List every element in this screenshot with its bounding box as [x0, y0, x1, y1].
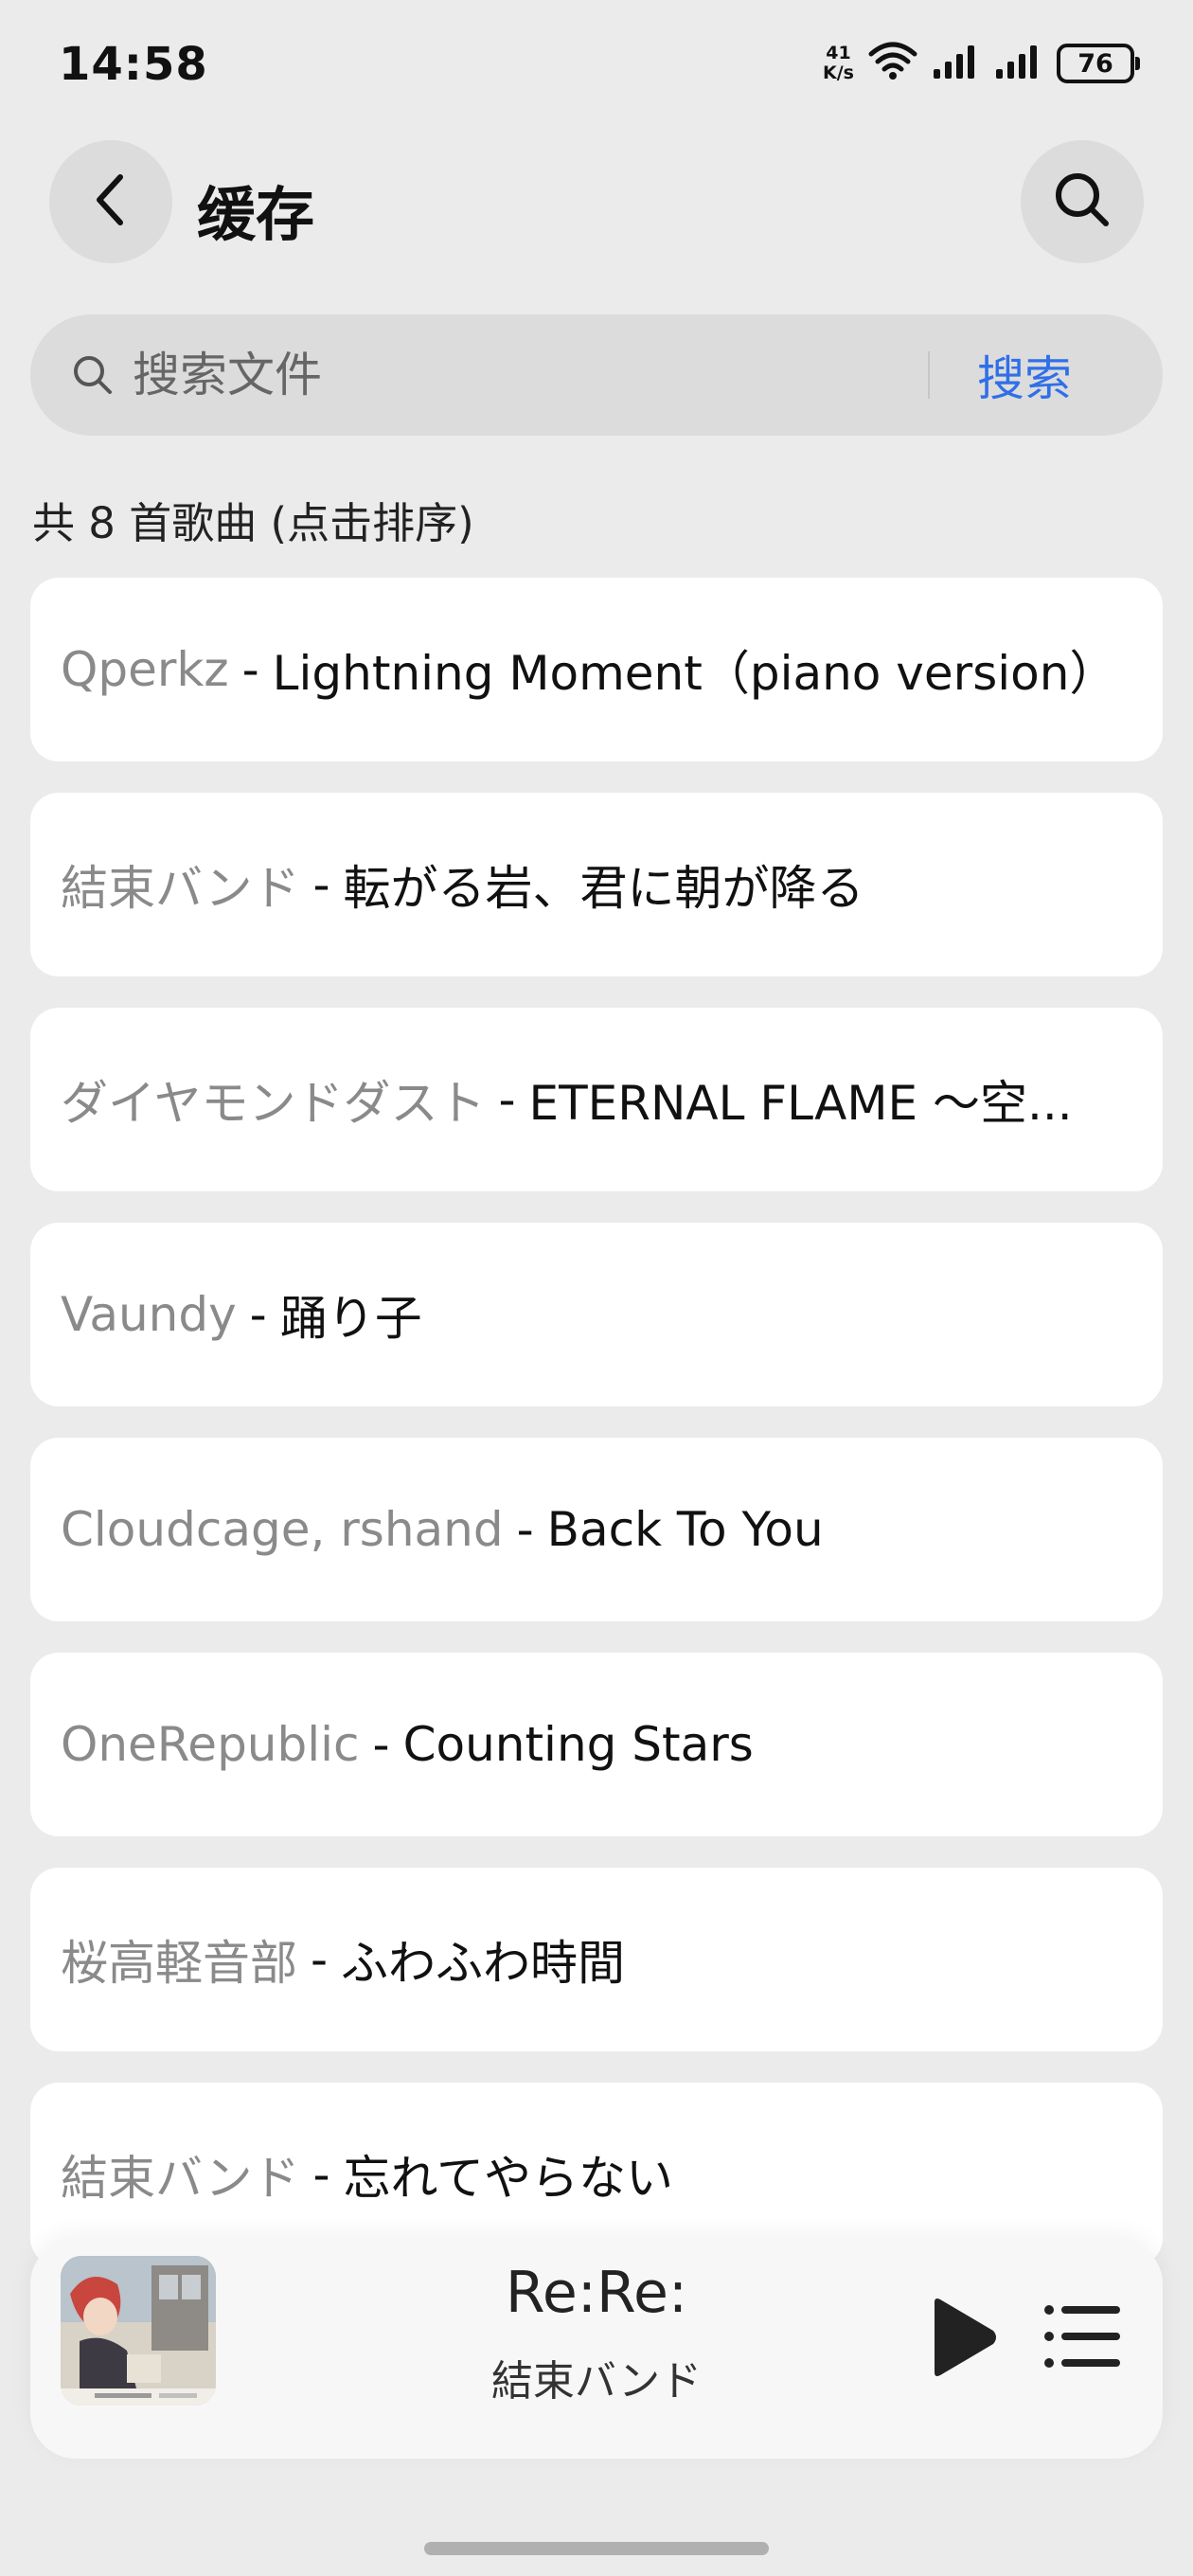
song-item[interactable]: OneRepublic - Counting Stars: [30, 1653, 1163, 1836]
play-button[interactable]: [920, 2292, 1006, 2387]
song-separator: -: [516, 1502, 534, 1557]
song-separator: -: [249, 1287, 267, 1342]
song-artist: Qperkz: [61, 642, 229, 697]
song-separator: -: [311, 1932, 329, 1987]
status-bar: 14:58 41 K/s 76: [0, 0, 1193, 133]
song-separator: -: [312, 857, 330, 912]
song-artist: 結束バンド: [61, 861, 300, 916]
song-title: Back To You: [546, 1502, 824, 1557]
song-item[interactable]: 桜高軽音部 - ふわふわ時間: [30, 1868, 1163, 2051]
battery-level: 76: [1077, 48, 1113, 79]
search-icon: [1051, 169, 1113, 235]
chevron-left-icon: [88, 171, 134, 232]
search-divider: [928, 351, 930, 399]
battery-indicator: 76: [1057, 44, 1140, 83]
song-title: ETERNAL FLAME ～空...: [528, 1076, 1073, 1131]
song-separator: -: [372, 1717, 390, 1772]
song-list: Qperkz - Lightning Moment（piano version）…: [30, 578, 1163, 2298]
song-title: Counting Stars: [402, 1717, 754, 1772]
song-artist: 桜高軽音部: [61, 1936, 297, 1991]
home-indicator[interactable]: [424, 2542, 769, 2555]
song-item[interactable]: Qperkz - Lightning Moment（piano version）: [30, 578, 1163, 761]
song-item[interactable]: Cloudcage, rshand - Back To You: [30, 1438, 1163, 1621]
song-separator: -: [498, 1072, 516, 1127]
song-title: ふわふわ時間: [341, 1936, 626, 1991]
network-speed: 41 K/s: [823, 44, 854, 83]
search-input[interactable]: [133, 348, 928, 402]
search-field-icon: [68, 350, 117, 400]
song-separator: -: [241, 642, 259, 697]
song-artist: 結束バンド: [61, 2151, 300, 2206]
signal-icon: [932, 43, 981, 84]
song-artist: ダイヤモンドダスト: [61, 1076, 486, 1131]
status-time: 14:58: [59, 38, 208, 91]
search-submit-button[interactable]: 搜索: [977, 341, 1072, 409]
song-title: Lightning Moment（piano version）: [272, 646, 1117, 701]
song-title: 踊り子: [279, 1291, 422, 1346]
song-item[interactable]: ダイヤモンドダスト - ETERNAL FLAME ～空...: [30, 1008, 1163, 1191]
page-title: 缓存: [197, 180, 315, 249]
network-speed-value: 41: [826, 43, 851, 63]
song-item[interactable]: 結束バンド - 転がる岩、君に朝が降る: [30, 793, 1163, 976]
playlist-button[interactable]: [1040, 2296, 1125, 2381]
signal-icon-2: [994, 43, 1043, 84]
mini-player[interactable]: Re:Re: 結束バンド: [30, 2239, 1163, 2459]
song-item[interactable]: Vaundy - 踊り子: [30, 1223, 1163, 1406]
song-title: 転がる岩、君に朝が降る: [343, 861, 864, 916]
playlist-icon: [1042, 2302, 1122, 2374]
song-count-sort-label[interactable]: 共 8 首歌曲 (点击排序): [32, 489, 474, 550]
song-artist: Cloudcage, rshand: [61, 1502, 504, 1557]
network-speed-unit: K/s: [823, 63, 854, 83]
play-icon: [925, 2295, 1001, 2384]
song-artist: Vaundy: [61, 1287, 237, 1342]
search-bar: 搜索: [30, 314, 1163, 436]
album-art[interactable]: [61, 2256, 216, 2406]
header: 缓存: [0, 140, 1193, 265]
status-icons: 41 K/s 76: [823, 40, 1140, 87]
song-title: 忘れてやらない: [343, 2151, 674, 2206]
wifi-icon: [867, 41, 918, 86]
song-artist: OneRepublic: [61, 1717, 360, 1772]
back-button[interactable]: [49, 140, 172, 263]
song-separator: -: [312, 2147, 330, 2202]
search-button[interactable]: [1021, 140, 1144, 263]
